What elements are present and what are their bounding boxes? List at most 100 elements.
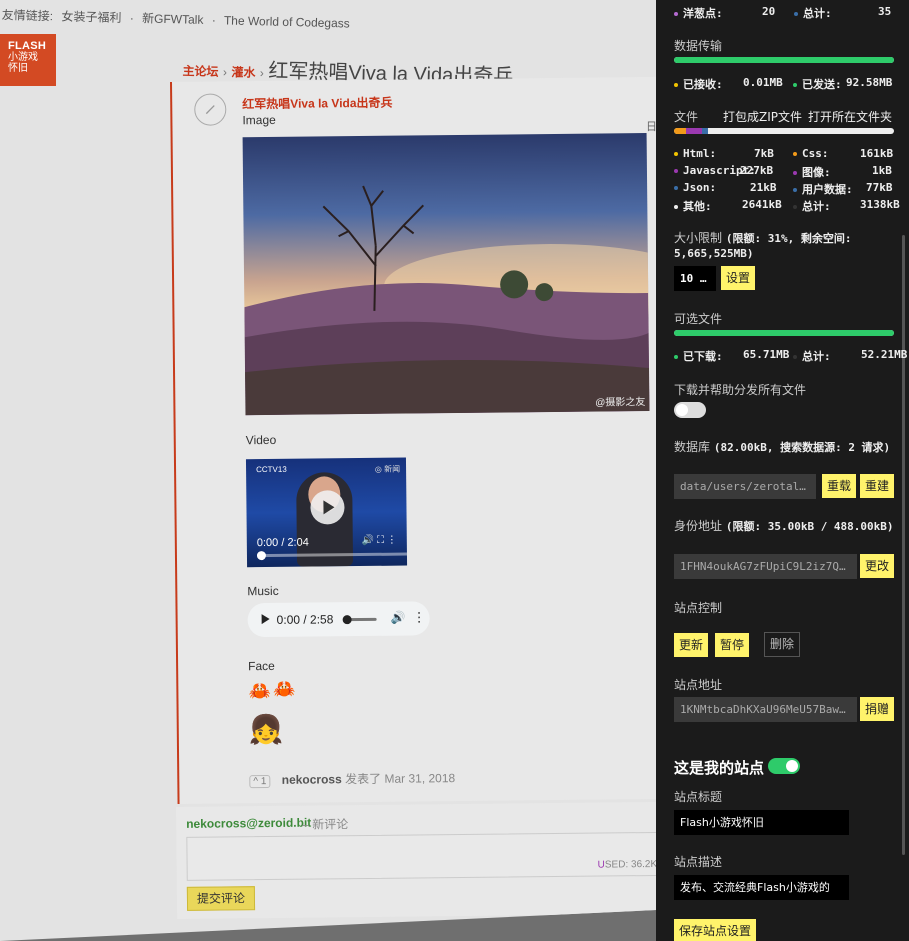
css-size: Css: [793, 147, 829, 160]
json-size-value: 21kB [750, 181, 777, 194]
optional-files-bar [674, 330, 894, 336]
peers-total-value: 35 [878, 5, 892, 18]
top-navigation: 友情链接: 女装子福利 · 新GFWTalk · The World of Co… [2, 6, 355, 32]
site-address-field[interactable]: 1KNMtbcaDhKXaU96MeU57BawSVt4bRKmRi [674, 697, 857, 722]
owner-label: 这是我的站点 [674, 759, 765, 777]
breadcrumb-forum[interactable]: 主论坛 [182, 64, 218, 79]
sent-label: 已发送: [793, 76, 842, 92]
database-rebuild-button[interactable]: 重建 [860, 474, 895, 498]
site-description-label: 站点描述 [674, 855, 723, 869]
files-label: 文件 [674, 110, 699, 124]
help-distribute-label: 下载并帮助分发所有文件 [674, 383, 807, 397]
database-path-field[interactable]: data/users/zerotalk.db [674, 474, 816, 499]
submit-comment-button[interactable]: 提交评论 [186, 886, 256, 911]
json-size: Json: [674, 181, 716, 194]
transfer-bar-fill [674, 57, 894, 63]
comment-new-label: – 新评论 [302, 817, 349, 832]
help-distribute-toggle[interactable] [674, 402, 706, 418]
compass-icon [194, 93, 227, 126]
breadcrumb-separator: › [259, 65, 265, 80]
play-icon[interactable] [310, 490, 345, 525]
nav-friend-links-label: 友情链接: [1, 7, 54, 24]
audio-time: 0:00 / 2:58 [276, 612, 334, 627]
video-controls[interactable]: 🔊 ⛶ ⋮ [362, 535, 397, 546]
nav-separator: · [129, 11, 134, 26]
site-title-input[interactable]: Flash小游戏怀旧 [674, 810, 849, 835]
nav-link-3[interactable]: The World of Codegass [224, 13, 350, 30]
optional-total: 总计: [793, 348, 831, 364]
comment-textarea[interactable] [186, 831, 656, 881]
peers-total: 总计: [794, 5, 832, 21]
donate-button[interactable]: 捐赠 [860, 697, 895, 721]
more-options-icon[interactable]: ⋮ [413, 609, 426, 625]
optional-files-bar-fill [674, 330, 894, 336]
video-progress-bar[interactable] [256, 551, 408, 558]
audio-player: 0:00 / 2:58 🔊 ⋮ [247, 601, 430, 638]
js-size-value: 227kB [740, 164, 774, 177]
breadcrumb-board[interactable]: 灌水 [231, 65, 255, 80]
files-bar-js [686, 128, 702, 134]
identity-address-field[interactable]: 1FHN4oukAG7zFUpiC9L2iz7QjJoL [674, 554, 857, 579]
forum-page: 友情链接: 女装子福利 · 新GFWTalk · The World of Co… [0, 0, 656, 941]
sidebar-scrollbar[interactable] [902, 235, 905, 855]
volume-icon[interactable]: 🔊 [391, 611, 406, 625]
files-bar [674, 128, 894, 134]
post-date: Mar 31, 2018 [384, 771, 456, 786]
image-size-value: 1kB [872, 164, 892, 177]
transfer-label: 数据传输 [674, 39, 723, 53]
post-author[interactable]: nekocross [282, 772, 342, 787]
site-update-button[interactable]: 更新 [674, 633, 709, 657]
audio-play-icon[interactable] [261, 613, 270, 625]
site-description-input[interactable]: 发布、交流经典Flash小游戏的 [674, 875, 849, 900]
site-delete-button[interactable]: 删除 [764, 632, 801, 657]
optional-total-value: 52.21MB [861, 348, 908, 361]
post-title[interactable]: 红军热唱Viva la Vida出奇兵 [242, 94, 392, 113]
other-size-value: 2641kB [742, 198, 782, 211]
upvote-button[interactable]: ^ 1 [249, 774, 271, 789]
transfer-bar [674, 57, 894, 63]
sent-value: 92.58MB [846, 76, 893, 89]
music-section-label: Music [247, 583, 279, 599]
site-title-label: 站点标题 [674, 790, 723, 804]
owner-toggle[interactable] [768, 758, 800, 774]
face-section-label: Face [248, 658, 275, 674]
breadcrumb-separator: › [222, 64, 228, 80]
site-logo[interactable]: FLASH 小游戏 怀旧 [0, 34, 56, 86]
files-total: 总计: [793, 198, 831, 214]
comment-user[interactable]: nekocross@zeroid.bit [186, 816, 311, 831]
video-section-label: Video [245, 432, 277, 448]
site-control-label: 站点控制 [674, 601, 723, 615]
zip-download-link[interactable]: 打包成ZIP文件 [723, 108, 802, 125]
topic-post-card: 红军热唱Viva la Vida出奇兵 Image @摄影之友 Video CC… [170, 76, 656, 804]
received-label: 已接收: [674, 76, 723, 92]
image-size: 图像: [793, 164, 831, 180]
identity-label: 身份地址 (限额: 35.00kB / 488.00kB) [674, 519, 894, 533]
nav-link-2[interactable]: 新GFWTalk [142, 11, 204, 26]
site-pause-button[interactable]: 暂停 [715, 633, 750, 657]
size-limit-input[interactable]: 10 MB [674, 266, 716, 291]
post-meta: ^ 1 nekocross 发表了 Mar 31, 2018 [249, 769, 456, 789]
zeronet-site-stage: 友情链接: 女装子福利 · 新GFWTalk · The World of Co… [0, 0, 656, 941]
size-limit-label: 大小限制 (限额: 31%, 剩余空间: 5,665,525MB) [674, 231, 852, 260]
html-size-value: 7kB [754, 147, 774, 160]
logo-line-2: 小游戏 [8, 52, 38, 63]
userdata-size-value: 77kB [866, 181, 893, 194]
nav-separator: · [211, 13, 216, 28]
video-player[interactable]: CCTV13 ◎ 新闻 0:00 / 2:04 🔊 ⛶ ⋮ [245, 457, 408, 568]
open-folder-link[interactable]: 打开所在文件夹 [808, 108, 892, 125]
size-limit-set-button[interactable]: 设置 [721, 266, 756, 290]
database-reload-button[interactable]: 重载 [822, 474, 857, 498]
video-time: 0:00 / 2:04 [256, 536, 309, 550]
nav-link-1[interactable]: 女装子福利 [61, 9, 121, 24]
other-size: 其他: [674, 198, 712, 214]
html-size: Html: [674, 147, 716, 160]
logo-line-3: 怀旧 [8, 63, 28, 74]
userdata-size: 用户数据: [793, 181, 853, 197]
published-text: 发表了 [345, 771, 382, 787]
identity-change-button[interactable]: 更改 [860, 554, 895, 578]
css-size-value: 161kB [860, 147, 894, 160]
audio-seek-slider[interactable] [344, 617, 377, 622]
clipped-text: 日 [646, 121, 656, 133]
save-site-settings-button[interactable]: 保存站点设置 [674, 919, 757, 941]
logo-line-1: FLASH [8, 40, 47, 52]
